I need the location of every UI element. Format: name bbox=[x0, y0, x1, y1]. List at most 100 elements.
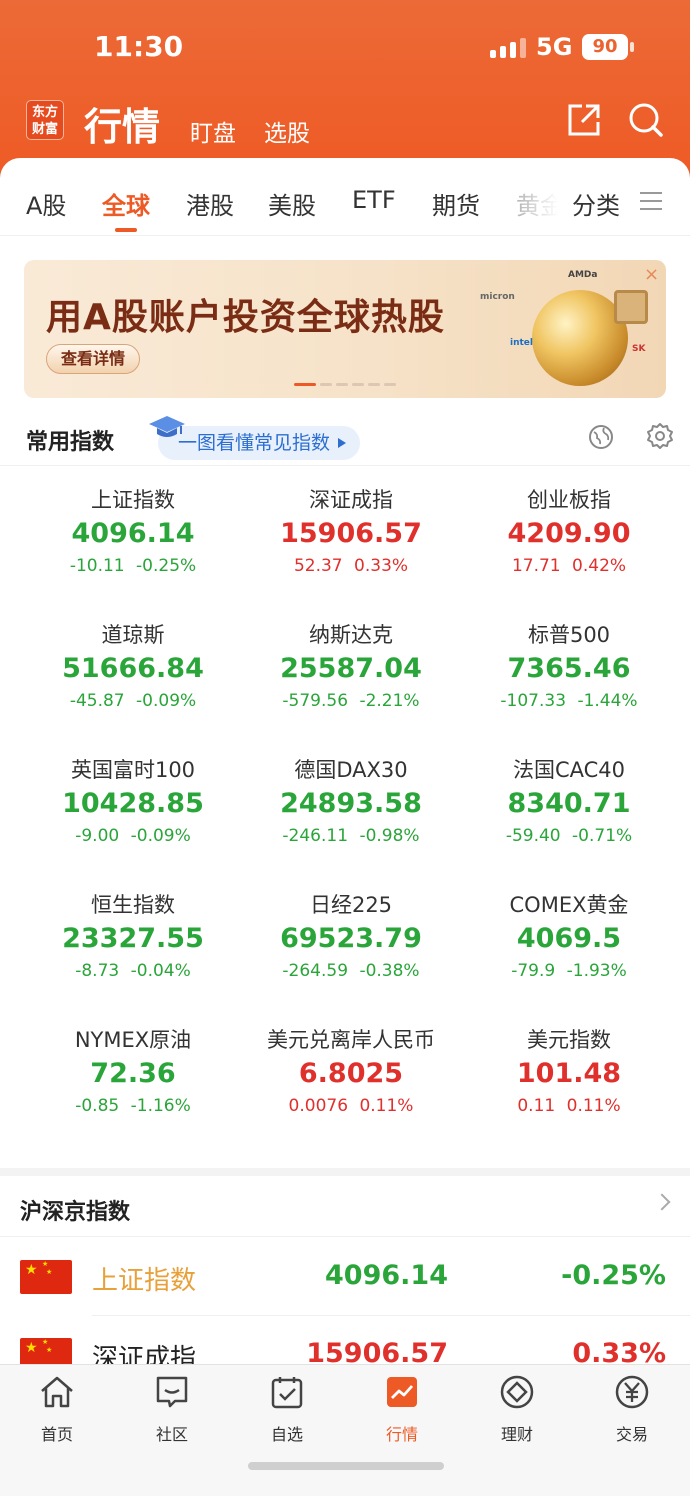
index-card[interactable]: 美元兑离岸人民币 6.8025 0.0076 0.11% bbox=[236, 1024, 466, 1116]
row-price: 4096.14 bbox=[325, 1260, 448, 1291]
index-card[interactable]: 纳斯达克 25587.04 -579.56 -2.21% bbox=[236, 619, 466, 711]
status-time: 11:30 bbox=[94, 30, 184, 63]
app-logo[interactable]: 东方 财富 bbox=[26, 100, 64, 140]
index-price: 4096.14 bbox=[71, 518, 195, 549]
index-card[interactable]: NYMEX原油 72.36 -0.85 -1.16% bbox=[18, 1024, 248, 1116]
index-change-value: 0.11 bbox=[517, 1096, 556, 1116]
index-price: 25587.04 bbox=[280, 653, 422, 684]
banner-logo-intel: intel bbox=[510, 338, 533, 348]
watch-tab[interactable]: 盯盘 bbox=[190, 114, 236, 148]
index-price: 4069.5 bbox=[516, 923, 622, 954]
tab-us[interactable]: 美股 bbox=[268, 186, 316, 221]
index-card[interactable]: 深证成指 15906.57 52.37 0.33% bbox=[236, 484, 466, 576]
section-title-common-indices: 常用指数 bbox=[26, 430, 115, 455]
nav-home[interactable]: 首页 bbox=[17, 1373, 97, 1445]
index-name: 深证成指 bbox=[309, 488, 393, 512]
index-change-pct: -0.04% bbox=[130, 961, 191, 981]
index-change-value: -246.11 bbox=[282, 826, 349, 846]
signal-icon bbox=[490, 36, 526, 58]
index-card[interactable]: 美元指数 101.48 0.11 0.11% bbox=[454, 1024, 684, 1116]
tab-a-share[interactable]: A股 bbox=[26, 186, 66, 221]
tab-global[interactable]: 全球 bbox=[102, 186, 150, 221]
tab-futures[interactable]: 期货 bbox=[432, 186, 480, 221]
index-change: -45.87 -0.09% bbox=[18, 691, 248, 711]
index-change-value: -10.11 bbox=[69, 556, 125, 576]
banner-pagination bbox=[294, 383, 396, 386]
index-card[interactable]: 道琼斯 51666.84 -45.87 -0.09% bbox=[18, 619, 248, 711]
index-card[interactable]: 德国DAX30 24893.58 -246.11 -0.98% bbox=[236, 754, 466, 846]
play-arrow-icon bbox=[338, 438, 347, 448]
index-change: -8.73 -0.04% bbox=[18, 961, 248, 981]
search-icon[interactable] bbox=[628, 102, 664, 138]
index-change-value: 17.71 bbox=[511, 556, 561, 576]
index-card[interactable]: 日经225 69523.79 -264.59 -0.38% bbox=[236, 889, 466, 981]
index-price: 24893.58 bbox=[280, 788, 422, 819]
index-card[interactable]: 恒生指数 23327.55 -8.73 -0.04% bbox=[18, 889, 248, 981]
index-card[interactable]: COMEX黄金 4069.5 -79.9 -1.93% bbox=[454, 889, 684, 981]
tab-hk[interactable]: 港股 bbox=[186, 186, 234, 221]
index-price: 8340.71 bbox=[507, 788, 631, 819]
watchlist-icon bbox=[271, 1377, 303, 1409]
index-change-pct: -0.38% bbox=[359, 961, 420, 981]
globe-outline-icon[interactable] bbox=[588, 424, 614, 450]
index-price: 72.36 bbox=[90, 1058, 176, 1089]
index-card[interactable]: 标普500 7365.46 -107.33 -1.44% bbox=[454, 619, 684, 711]
index-change: 0.0076 0.11% bbox=[236, 1096, 466, 1116]
index-change: -264.59 -0.38% bbox=[236, 961, 466, 981]
index-change-pct: -0.71% bbox=[572, 826, 633, 846]
index-change-pct: -0.09% bbox=[136, 691, 197, 711]
index-price: 51666.84 bbox=[62, 653, 204, 684]
nav-watchlist[interactable]: 自选 bbox=[247, 1373, 327, 1445]
nav-community[interactable]: 社区 bbox=[132, 1373, 212, 1445]
index-name: 标普500 bbox=[527, 623, 611, 647]
banner-details-button[interactable]: 查看详情 bbox=[46, 344, 141, 374]
index-price: 10428.85 bbox=[62, 788, 204, 819]
index-card[interactable]: 上证指数 4096.14 -10.11 -0.25% bbox=[18, 484, 248, 576]
index-card[interactable]: 法国CAC40 8340.71 -59.40 -0.71% bbox=[454, 754, 684, 846]
page-title: 行情 bbox=[84, 105, 161, 149]
banner-logo-sk: SK bbox=[632, 344, 646, 354]
stock-picker-tab[interactable]: 选股 bbox=[264, 114, 310, 148]
nav-label: 交易 bbox=[615, 1425, 648, 1444]
app-header: 11:30 5G 90 东方 财富 行情 盯盘 选股 bbox=[0, 0, 690, 180]
promo-banner[interactable]: 用A股账户投资全球热股 查看详情 × AMDa micron intel SK bbox=[24, 260, 666, 398]
index-row[interactable]: ★ ★ ★ 上证指数 4096.14 -0.25% bbox=[0, 1238, 690, 1316]
index-card[interactable]: 英国富时100 10428.85 -9.00 -0.09% bbox=[18, 754, 248, 846]
index-change: 17.71 0.42% bbox=[454, 556, 684, 576]
china-flag-icon: ★ ★ ★ bbox=[20, 1260, 72, 1294]
battery-icon: 90 bbox=[582, 34, 628, 60]
menu-icon[interactable] bbox=[640, 192, 662, 212]
index-price: 7365.46 bbox=[507, 653, 631, 684]
index-change-pct: -0.09% bbox=[130, 826, 191, 846]
wealth-icon bbox=[500, 1375, 534, 1409]
nav-label: 理财 bbox=[500, 1425, 533, 1444]
nav-label: 首页 bbox=[40, 1425, 73, 1444]
home-icon bbox=[41, 1376, 73, 1408]
index-change-value: -8.73 bbox=[75, 961, 120, 981]
nav-wealth[interactable]: 理财 bbox=[477, 1373, 557, 1445]
index-guide-button[interactable]: 一图看懂常见指数 bbox=[158, 426, 361, 460]
index-name: 德国DAX30 bbox=[294, 758, 408, 782]
tab-etf[interactable]: ETF bbox=[352, 186, 396, 214]
index-change-pct: -2.21% bbox=[359, 691, 420, 711]
close-icon[interactable]: × bbox=[644, 264, 659, 285]
index-card[interactable]: 创业板指 4209.90 17.71 0.42% bbox=[454, 484, 684, 576]
graduation-cap-icon bbox=[149, 416, 185, 437]
chevron-right-icon[interactable] bbox=[653, 1193, 671, 1211]
battery-tip bbox=[630, 42, 634, 52]
index-change-pct: 0.33% bbox=[354, 556, 409, 576]
network-label: 5G bbox=[536, 33, 573, 61]
tab-category[interactable]: 分类 bbox=[572, 186, 620, 221]
index-change-value: -264.59 bbox=[282, 961, 349, 981]
index-change: 52.37 0.33% bbox=[236, 556, 466, 576]
gear-icon[interactable] bbox=[646, 422, 674, 450]
share-icon[interactable] bbox=[566, 102, 602, 138]
index-change: -79.9 -1.93% bbox=[454, 961, 684, 981]
nav-label: 社区 bbox=[155, 1425, 188, 1444]
market-tabs: A股 全球 港股 美股 ETF 期货 黄金 分类 bbox=[0, 158, 690, 236]
nav-market[interactable]: 行情 bbox=[362, 1373, 442, 1445]
home-indicator[interactable] bbox=[248, 1462, 444, 1470]
nav-trade[interactable]: 交易 bbox=[592, 1373, 672, 1445]
index-change-pct: -1.16% bbox=[130, 1096, 191, 1116]
index-change-value: -579.56 bbox=[282, 691, 349, 711]
